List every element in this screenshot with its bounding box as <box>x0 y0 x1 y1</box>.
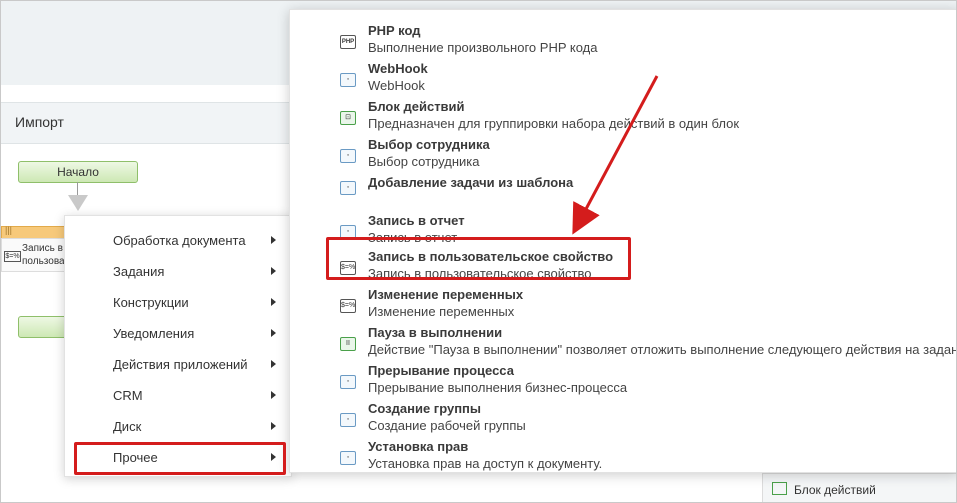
webhook-icon: ◦ <box>340 73 356 87</box>
chevron-right-icon <box>271 298 276 306</box>
import-label: Импорт <box>15 114 64 130</box>
context-menu-item-label: CRM <box>113 388 143 403</box>
chevron-right-icon <box>271 453 276 461</box>
context-menu-item[interactable]: Обработка документа <box>65 225 291 256</box>
context-menu-item[interactable]: CRM <box>65 380 291 411</box>
import-section-header[interactable]: Импорт <box>1 102 301 144</box>
bottom-palette-item[interactable]: Блок действий <box>762 473 957 503</box>
chevron-right-icon <box>271 360 276 368</box>
group-icon: ◦ <box>340 413 356 427</box>
sequence-grip: ||| <box>5 225 13 235</box>
context-menu-item[interactable]: Действия приложений <box>65 349 291 380</box>
context-menu-item-label: Прочее <box>113 450 158 465</box>
context-menu-item-label: Обработка документа <box>113 233 246 248</box>
flow-connector <box>77 182 78 196</box>
employee-icon: ◦ <box>340 149 356 163</box>
activity-node-line1: Запись в <box>22 243 63 254</box>
chevron-right-icon <box>271 236 276 244</box>
activity-description: Действие "Пауза в выполнении" позволяет … <box>368 342 957 357</box>
flow-arrow-icon <box>68 195 88 211</box>
activity-menu-item[interactable]: $=% Запись в пользовательское свойство Зап… <box>290 249 957 287</box>
activity-title: WebHook <box>368 61 428 76</box>
start-node[interactable]: Начало <box>18 161 138 183</box>
activity-description: Выполнение произвольного PHP кода <box>368 40 598 55</box>
context-menu-item[interactable]: Диск <box>65 411 291 442</box>
activity-title: Запись в пользовательское свойство <box>368 249 614 264</box>
activity-menu-item[interactable]: ◦ WebHook WebHook <box>290 61 957 99</box>
activity-description: Выбор сотрудника <box>368 154 480 169</box>
context-menu-item-label: Диск <box>113 419 142 434</box>
task-template-icon: ◦ <box>340 181 356 195</box>
activity-title: Установка прав <box>368 439 469 454</box>
context-menu-item[interactable]: Уведомления <box>65 318 291 349</box>
activity-description: Установка прав на доступ к документу. <box>368 456 603 471</box>
activity-title: Выбор сотрудника <box>368 137 490 152</box>
activity-title: Изменение переменных <box>368 287 524 302</box>
bottom-palette-label: Блок действий <box>794 483 876 497</box>
activity-menu-item[interactable]: ◦ Выбор сотрудника Выбор сотрудника <box>290 137 957 175</box>
permissions-icon: ◦ <box>340 451 356 465</box>
variable-icon: $=% <box>340 261 356 275</box>
context-menu-item-label: Задания <box>113 264 165 279</box>
context-menu-item-label: Конструкции <box>113 295 189 310</box>
activity-description: Предназначен для группировки набора дейс… <box>368 116 740 131</box>
activity-menu-item[interactable]: ◦ Запись в отчет Запись в отчет <box>290 213 957 251</box>
activity-menu-item[interactable]: ◦ Установка прав Установка прав на доступ … <box>290 439 957 472</box>
block-icon <box>772 482 787 495</box>
php-icon: PHP <box>340 35 356 49</box>
context-menu-item[interactable]: Прочее <box>65 442 291 473</box>
context-menu-item[interactable]: Задания <box>65 256 291 287</box>
report-icon: ◦ <box>340 225 356 239</box>
activity-menu-item[interactable]: ◦ Прерывание процесса Прерывание выполнени… <box>290 363 957 401</box>
activity-node-line2: пользова <box>22 256 65 267</box>
activity-menu-item[interactable]: II Пауза в выполнении Действие "Пауза в вы… <box>290 325 957 363</box>
activity-title: Добавление задачи из шаблона <box>368 175 574 190</box>
activity-menu-item[interactable]: PHP PHP код Выполнение произвольного PHP к… <box>290 23 957 61</box>
chevron-right-icon <box>271 267 276 275</box>
activity-title: Прерывание процесса <box>368 363 514 378</box>
add-activity-menu: Обработка документа Задания Конструкции Уве… <box>64 215 292 477</box>
activity-menu-item[interactable]: $=% Изменение переменных Изменение перемен… <box>290 287 957 325</box>
variable-icon: $=% <box>4 251 21 262</box>
activity-description: Запись в пользовательское свойство <box>368 266 592 281</box>
activity-title: Создание группы <box>368 401 482 416</box>
activity-menu-item[interactable]: ◦ Добавление задачи из шаблона <box>290 175 957 213</box>
activity-description: WebHook <box>368 78 425 93</box>
context-menu-item[interactable]: Конструкции <box>65 287 291 318</box>
chevron-right-icon <box>271 391 276 399</box>
pause-icon: II <box>340 337 356 351</box>
activity-description: Создание рабочей группы <box>368 418 526 433</box>
activity-description: Изменение переменных <box>368 304 515 319</box>
stop-icon: ◦ <box>340 375 356 389</box>
activity-title: Запись в отчет <box>368 213 465 228</box>
block-icon: ⊡ <box>340 111 356 125</box>
activities-submenu: PHP PHP код Выполнение произвольного PHP к… <box>289 9 957 473</box>
activity-title: PHP код <box>368 23 421 38</box>
activity-description: Прерывание выполнения бизнес-процесса <box>368 380 628 395</box>
chevron-right-icon <box>271 329 276 337</box>
activity-menu-item[interactable]: ◦ Создание группы Создание рабочей группы <box>290 401 957 439</box>
activity-title: Пауза в выполнении <box>368 325 503 340</box>
chevron-right-icon <box>271 422 276 430</box>
variable-icon: $=% <box>340 299 356 313</box>
activity-description: Запись в отчет <box>368 230 458 245</box>
context-menu-item-label: Действия приложений <box>113 357 248 372</box>
context-menu-item-label: Уведомления <box>113 326 195 341</box>
activity-menu-item[interactable]: ⊡ Блок действий Предназначен для группиров… <box>290 99 957 137</box>
activity-title: Блок действий <box>368 99 465 114</box>
